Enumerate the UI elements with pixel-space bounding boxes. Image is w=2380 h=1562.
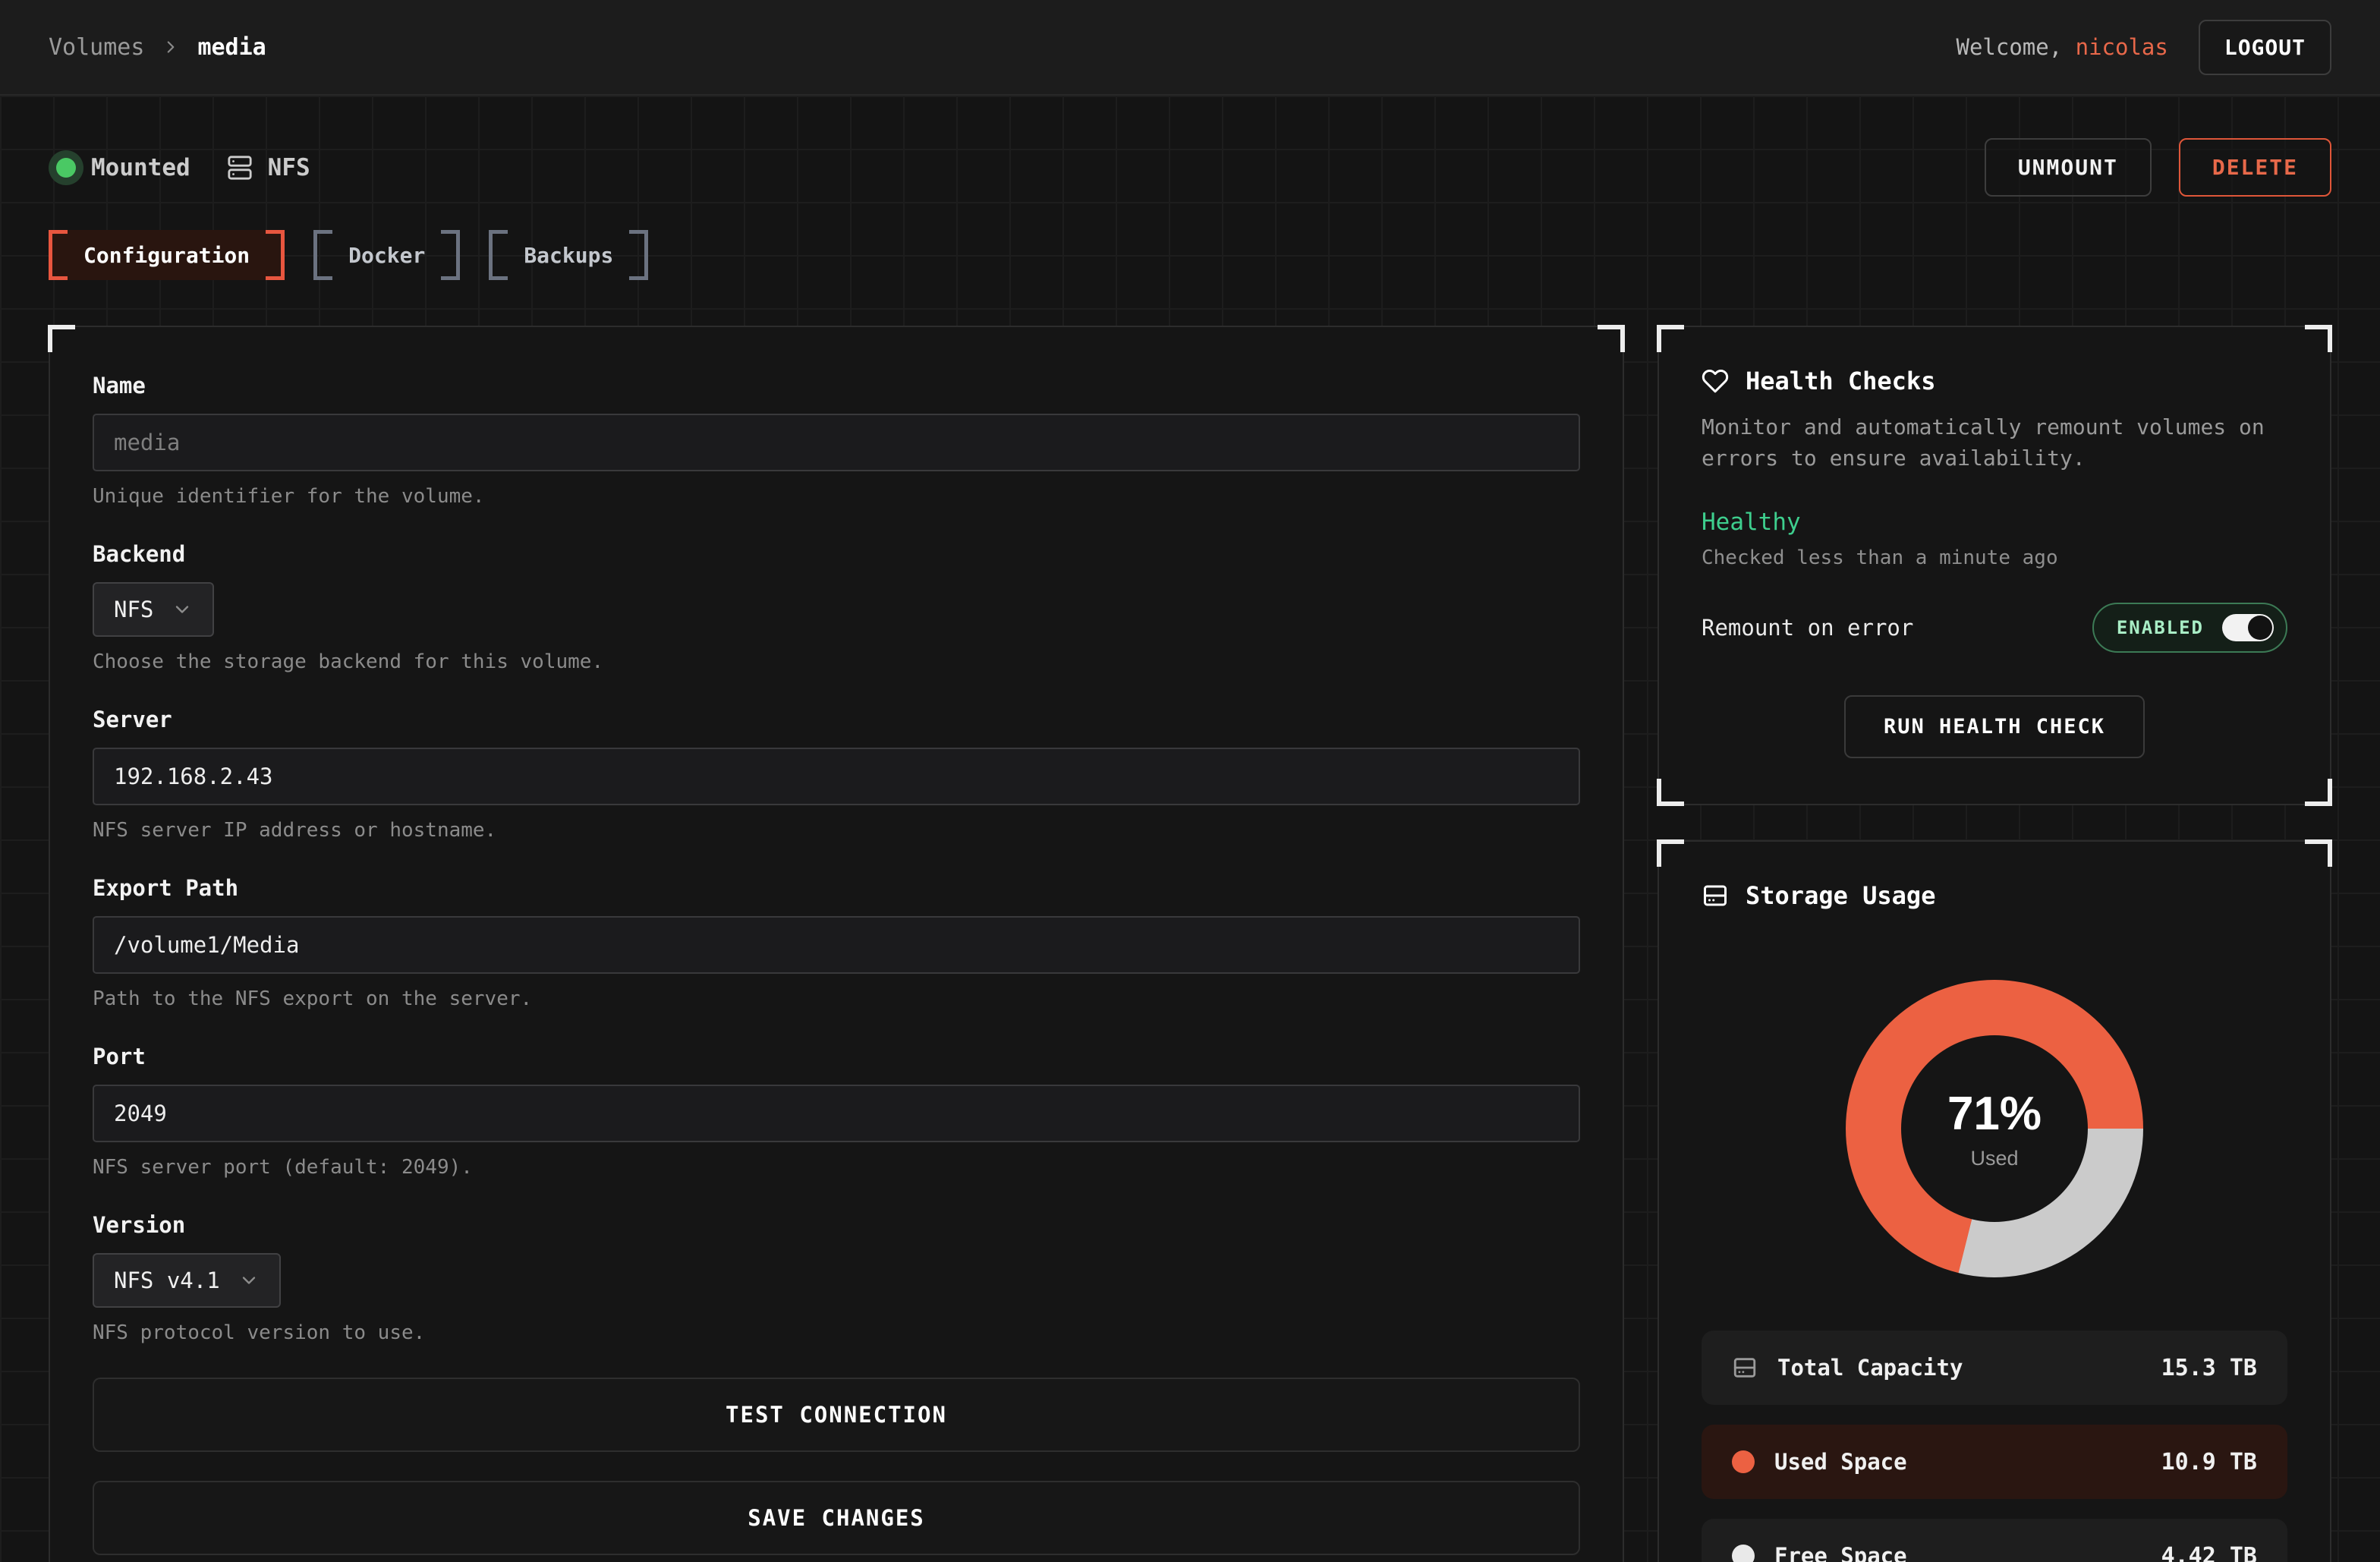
topbar-right: Welcome, nicolas LOGOUT: [1956, 20, 2331, 75]
port-help: NFS server port (default: 2049).: [93, 1156, 1580, 1179]
hard-drive-icon: [1732, 1355, 1758, 1381]
panel-corner-bracket: [1657, 839, 1684, 867]
panel-corner-bracket: [1657, 779, 1684, 806]
panel-corner-bracket: [2305, 839, 2332, 867]
main-area: Name Unique identifier for the volume. B…: [49, 326, 2331, 1562]
heart-icon: [1702, 367, 1729, 395]
used-space-label: Used Space: [1774, 1449, 1907, 1475]
panel-corner-bracket: [1657, 325, 1684, 352]
panel-corner-bracket: [2305, 779, 2332, 806]
health-checks-title-row: Health Checks: [1702, 367, 2287, 395]
export-path-input[interactable]: [93, 916, 1580, 974]
configuration-panel: Name Unique identifier for the volume. B…: [49, 326, 1624, 1562]
volume-actions: UNMOUNT DELETE: [1985, 138, 2331, 197]
breadcrumb-volumes-link[interactable]: Volumes: [49, 34, 144, 61]
top-bar: Volumes media Welcome, nicolas LOGOUT: [0, 0, 2380, 96]
chevron-down-icon: [172, 599, 193, 620]
storage-donut-chart: 71% Used: [1846, 980, 2143, 1277]
chevron-right-icon: [161, 37, 181, 57]
breadcrumb: Volumes media: [49, 34, 266, 61]
toggle-switch-icon: [2222, 614, 2274, 641]
total-capacity-row: Total Capacity 15.3 TB: [1702, 1331, 2287, 1405]
storage-used-percent: 71%: [1947, 1087, 2042, 1141]
test-connection-button[interactable]: TEST CONNECTION: [93, 1378, 1580, 1452]
health-checks-description: Monitor and automatically remount volume…: [1702, 412, 2287, 474]
mount-status: Mounted: [49, 154, 190, 181]
mounted-status-dot: [56, 158, 76, 178]
storage-used-sublabel: Used: [1970, 1147, 2018, 1170]
toggle-knob: [2248, 616, 2272, 640]
storage-usage-panel: Storage Usage 71% Used Total Capacity 15…: [1658, 840, 2331, 1562]
delete-button[interactable]: DELETE: [2179, 138, 2331, 197]
free-space-label: Free Space: [1774, 1543, 1907, 1562]
storage-usage-title: Storage Usage: [1746, 881, 1935, 910]
version-select-value: NFS v4.1: [114, 1268, 220, 1293]
health-last-checked: Checked less than a minute ago: [1702, 546, 2287, 569]
used-space-value: 10.9 TB: [2161, 1449, 2257, 1475]
export-path-label: Export Path: [93, 875, 1580, 901]
tab-bar: Configuration Docker Backups: [49, 230, 2331, 280]
mount-status-label: Mounted: [91, 154, 190, 181]
used-space-row: Used Space 10.9 TB: [1702, 1425, 2287, 1499]
side-column: Health Checks Monitor and automatically …: [1658, 326, 2331, 1562]
run-health-check-wrap: RUN HEALTH CHECK: [1702, 695, 2287, 758]
backend-select-value: NFS: [114, 597, 153, 622]
health-checks-title: Health Checks: [1746, 367, 1935, 395]
port-label: Port: [93, 1044, 1580, 1069]
version-help: NFS protocol version to use.: [93, 1321, 1580, 1344]
export-path-help: Path to the NFS export on the server.: [93, 987, 1580, 1010]
panel-corner-bracket: [1598, 325, 1625, 352]
logout-button[interactable]: LOGOUT: [2199, 20, 2331, 75]
tab-configuration[interactable]: Configuration: [49, 230, 285, 280]
used-space-dot: [1732, 1450, 1755, 1473]
status-indicators: Mounted NFS: [49, 154, 310, 181]
remount-toggle-state: ENABLED: [2117, 617, 2204, 638]
chevron-down-icon: [238, 1270, 260, 1291]
username: nicolas: [2076, 34, 2168, 60]
health-checks-panel: Health Checks Monitor and automatically …: [1658, 326, 2331, 805]
panel-corner-bracket: [48, 325, 75, 352]
version-label: Version: [93, 1212, 1580, 1238]
health-status-text: Healthy: [1702, 509, 2287, 536]
unmount-button[interactable]: UNMOUNT: [1985, 138, 2152, 197]
total-capacity-label: Total Capacity: [1777, 1355, 1963, 1381]
name-help: Unique identifier for the volume.: [93, 485, 1580, 508]
name-input[interactable]: [93, 414, 1580, 471]
tab-docker[interactable]: Docker: [313, 230, 460, 280]
port-input[interactable]: [93, 1085, 1580, 1142]
server-input[interactable]: [93, 748, 1580, 805]
run-health-check-button[interactable]: RUN HEALTH CHECK: [1844, 695, 2145, 758]
server-stack-icon: [227, 155, 253, 181]
free-space-dot: [1732, 1545, 1755, 1562]
server-label: Server: [93, 707, 1580, 732]
remount-toggle[interactable]: ENABLED: [2092, 603, 2287, 653]
page-content: Mounted NFS UNMOUNT DELETE Configuration…: [0, 96, 2380, 1562]
backend-badge: NFS: [227, 154, 310, 181]
backend-badge-label: NFS: [268, 154, 310, 181]
breadcrumb-current: media: [197, 34, 266, 61]
welcome-text: Welcome, nicolas: [1956, 34, 2168, 60]
storage-donut-center: 71% Used: [1901, 1035, 2088, 1222]
free-space-row: Free Space 4.42 TB: [1702, 1519, 2287, 1562]
save-changes-button[interactable]: SAVE CHANGES: [93, 1481, 1580, 1555]
total-capacity-value: 15.3 TB: [2161, 1355, 2257, 1381]
version-select[interactable]: NFS v4.1: [93, 1253, 281, 1308]
panel-corner-bracket: [2305, 325, 2332, 352]
name-label: Name: [93, 373, 1580, 398]
remount-on-error-label: Remount on error: [1702, 615, 1913, 641]
hard-drive-icon: [1702, 882, 1729, 909]
welcome-prefix: Welcome,: [1956, 34, 2075, 60]
tab-backups[interactable]: Backups: [489, 230, 648, 280]
status-row: Mounted NFS UNMOUNT DELETE: [49, 138, 2331, 197]
backend-select[interactable]: NFS: [93, 582, 214, 637]
storage-usage-title-row: Storage Usage: [1702, 881, 2287, 910]
backend-label: Backend: [93, 541, 1580, 567]
server-help: NFS server IP address or hostname.: [93, 819, 1580, 842]
remount-on-error-row: Remount on error ENABLED: [1702, 603, 2287, 653]
free-space-value: 4.42 TB: [2161, 1543, 2257, 1562]
backend-help: Choose the storage backend for this volu…: [93, 650, 1580, 673]
